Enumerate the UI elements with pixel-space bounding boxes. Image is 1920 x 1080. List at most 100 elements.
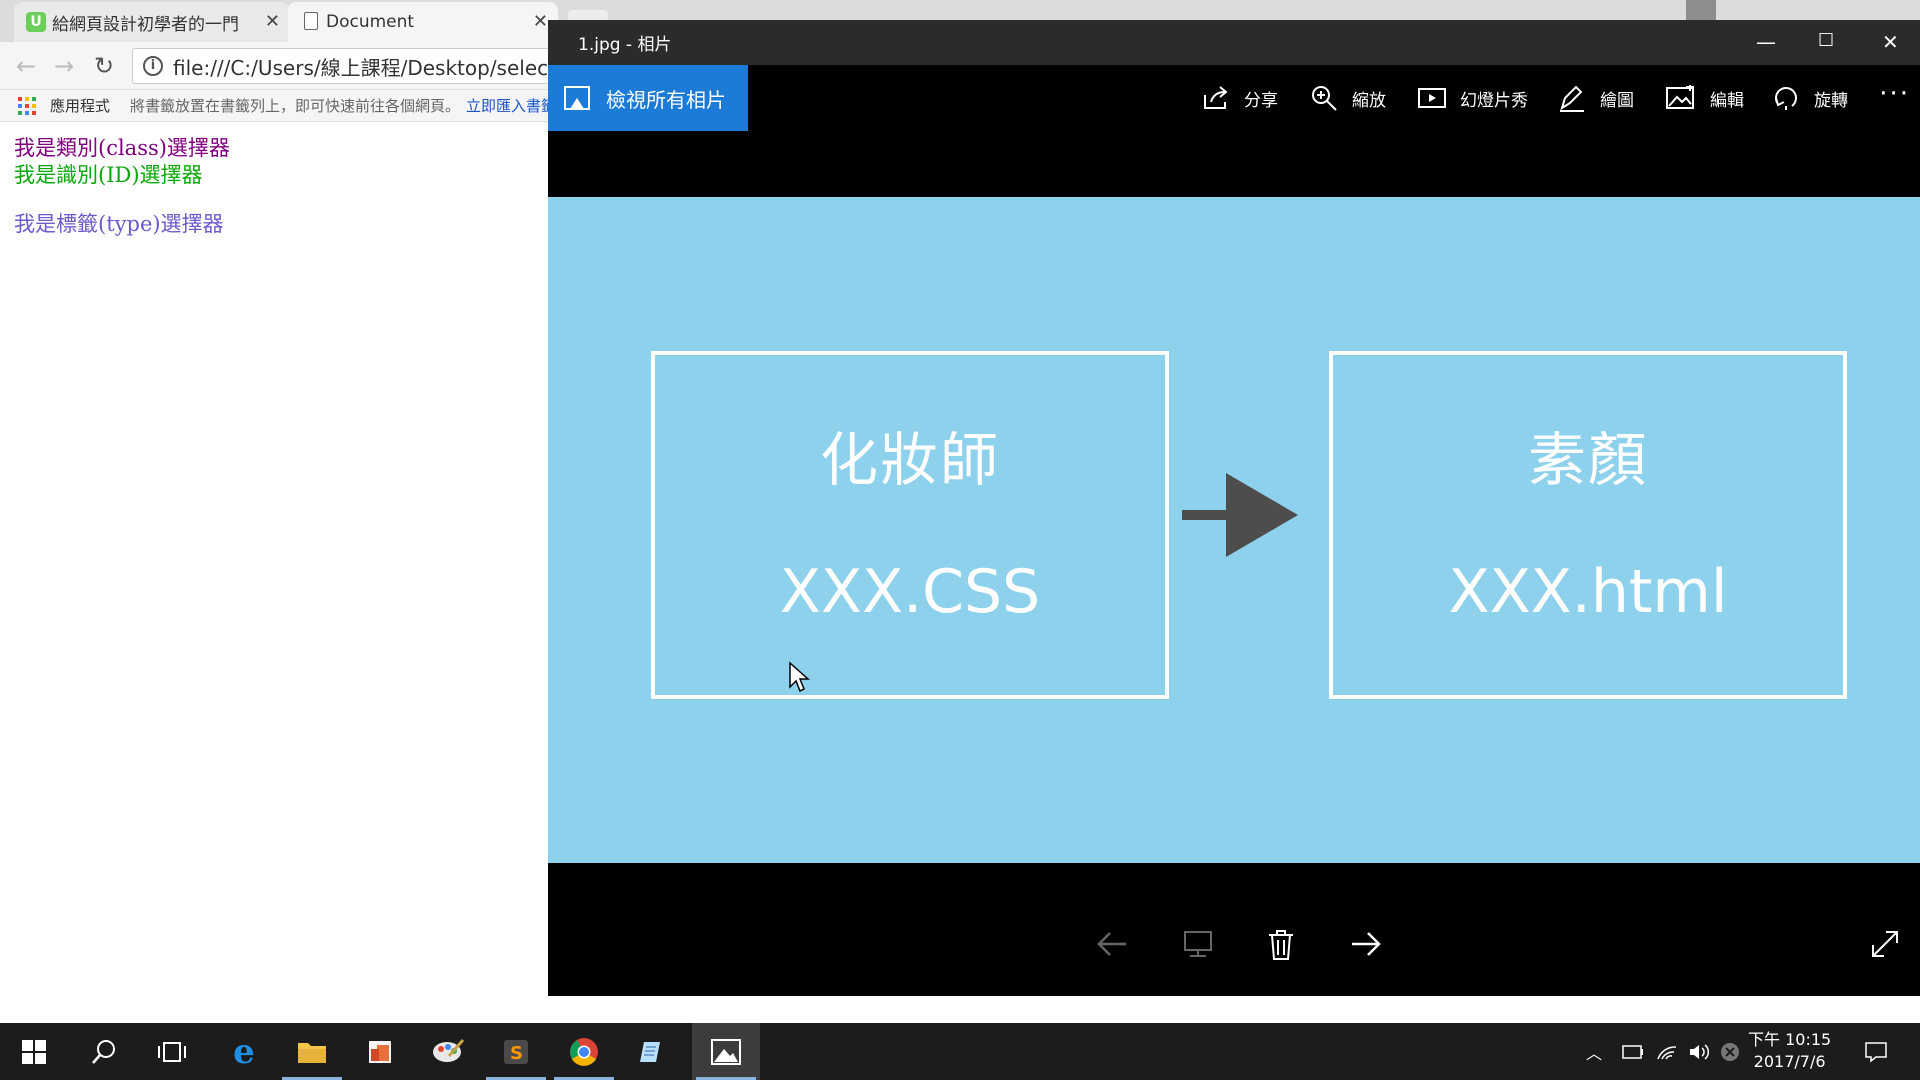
status-indicator[interactable] — [1720, 1023, 1740, 1080]
start-button[interactable] — [0, 1023, 68, 1080]
zoom-label: 縮放 — [1352, 90, 1386, 111]
rotate-label: 旋轉 — [1814, 90, 1848, 111]
delete-trash-icon[interactable] — [1266, 929, 1296, 961]
css-box: 化妝師 XXX.CSS — [651, 351, 1169, 699]
zoom-icon — [1312, 86, 1337, 111]
volume-icon — [1690, 1043, 1710, 1060]
action-center-button[interactable] — [1864, 1023, 1888, 1080]
edge-browser-button[interactable]: e — [210, 1023, 278, 1080]
folder-icon — [298, 1042, 326, 1063]
edit-label: 編輯 — [1710, 90, 1744, 111]
show-hidden-icons-button[interactable]: ︿ — [1586, 1023, 1602, 1080]
html-file-label: XXX.html — [1448, 557, 1728, 627]
makeup-artist-label: 化妝師 — [819, 426, 1000, 494]
battery-icon — [1622, 1044, 1643, 1059]
apps-grid-icon[interactable] — [18, 96, 36, 115]
apps-label[interactable]: 應用程式 — [50, 95, 110, 116]
view-all-label: 檢視所有相片 — [606, 87, 726, 112]
office-button[interactable] — [346, 1023, 414, 1080]
title-bar: 1.jpg - 相片 — ☐ ✕ — [548, 20, 1920, 65]
view-all-photos-button[interactable]: 檢視所有相片 — [548, 65, 748, 131]
search-icon — [92, 1039, 115, 1064]
windows-logo-icon — [22, 1039, 46, 1064]
share-button[interactable]: 分享 — [1202, 65, 1278, 131]
tab-title: 給網頁設計初學者的一門 — [52, 14, 239, 35]
share-icon — [1204, 86, 1228, 109]
back-arrow-icon[interactable]: ← — [16, 52, 36, 80]
sublime-text-button[interactable]: S — [482, 1023, 550, 1080]
windows-taskbar: e S ︿ 下午 10:15 2017/7/6 — [0, 1023, 1920, 1080]
paint-app-button[interactable] — [414, 1023, 482, 1080]
close-icon[interactable]: ✕ — [1882, 30, 1899, 54]
task-view-button[interactable] — [138, 1023, 206, 1080]
profile-icon[interactable] — [1686, 0, 1716, 20]
slideshow-icon — [1418, 88, 1446, 108]
more-options-icon[interactable]: ··· — [1879, 79, 1910, 109]
chevron-up-icon: ︿ — [1586, 1043, 1603, 1063]
id-selector-text: 我是識別(ID)選擇器 — [14, 163, 203, 187]
reload-icon[interactable]: ↻ — [94, 52, 114, 80]
clock-date: 2017/7/6 — [1753, 1052, 1826, 1071]
draw-label: 繪圖 — [1600, 90, 1634, 111]
minimize-icon[interactable]: — — [1756, 30, 1776, 54]
close-tab-icon[interactable]: ✕ — [265, 11, 280, 32]
forward-arrow-icon[interactable]: → — [54, 52, 74, 80]
notification-icon — [1865, 1041, 1887, 1063]
tab-title: Document — [326, 12, 415, 32]
zoom-button[interactable]: 縮放 — [1310, 65, 1386, 131]
clock-time: 下午 10:15 — [1748, 1030, 1832, 1049]
edit-image-icon — [1666, 85, 1694, 109]
maximize-icon[interactable]: ☐ — [1818, 30, 1834, 51]
draw-button[interactable]: 繪圖 — [1558, 65, 1634, 131]
photo-icon — [564, 86, 590, 110]
notepad-button[interactable] — [618, 1023, 686, 1080]
pen-icon — [1560, 85, 1584, 112]
address-text: file:///C:/Users/線上課程/Desktop/selector — [173, 55, 577, 80]
rotate-button[interactable]: 旋轉 — [1772, 65, 1848, 131]
slideshow-button[interactable]: 幻燈片秀 — [1418, 65, 1528, 131]
css-file-label: XXX.CSS — [779, 557, 1041, 627]
close-circle-icon — [1721, 1042, 1739, 1061]
slideshow-label: 幻燈片秀 — [1460, 90, 1528, 111]
tab-document[interactable]: Document ✕ — [288, 2, 558, 42]
photos-window: 1.jpg - 相片 — ☐ ✕ 檢視所有相片 分享 縮放 幻燈片秀 繪圖 編輯… — [548, 20, 1920, 996]
photo-image: 化妝師 XXX.CSS 素顏 XXX.html — [548, 197, 1920, 863]
page-favicon-icon — [304, 12, 318, 30]
volume-control[interactable] — [1688, 1023, 1710, 1080]
edit-button[interactable]: 編輯 — [1666, 65, 1744, 131]
battery-status[interactable] — [1622, 1023, 1644, 1080]
file-explorer-button[interactable] — [278, 1023, 346, 1080]
photo-stage: 化妝師 XXX.CSS 素顏 XXX.html — [548, 131, 1920, 893]
photos-app-button[interactable] — [692, 1023, 760, 1080]
chrome-button[interactable] — [550, 1023, 618, 1080]
bare-face-label: 素顏 — [1527, 426, 1648, 494]
command-bar: 檢視所有相片 分享 縮放 幻燈片秀 繪圖 編輯 旋轉 ··· — [548, 65, 1920, 131]
photos-icon — [711, 1038, 741, 1065]
udemy-favicon-icon: U — [26, 12, 46, 32]
share-label: 分享 — [1244, 90, 1278, 111]
page-content: 我是類別(class)選擇器 我是識別(ID)選擇器 我是標籤(type)選擇器 — [14, 135, 230, 238]
svg-text:S: S — [510, 1043, 523, 1064]
mouse-cursor-icon — [789, 661, 810, 693]
tab-course[interactable]: U 給網頁設計初學者的一門 ✕ — [14, 2, 290, 42]
close-tab-icon[interactable]: ✕ — [533, 11, 548, 32]
html-box: 素顏 XXX.html — [1329, 351, 1847, 699]
type-selector-text: 我是標籤(type)選擇器 — [14, 212, 224, 236]
wifi-icon — [1657, 1045, 1677, 1059]
next-arrow-icon[interactable] — [1350, 929, 1382, 959]
office-icon — [369, 1040, 391, 1063]
fullscreen-expand-icon[interactable] — [1870, 929, 1900, 959]
chrome-icon — [570, 1037, 598, 1066]
sublime-text-icon: S — [504, 1039, 528, 1064]
search-button[interactable] — [70, 1023, 138, 1080]
system-clock[interactable]: 下午 10:15 2017/7/6 — [1748, 1029, 1831, 1073]
class-selector-text: 我是類別(class)選擇器 — [14, 136, 230, 160]
task-view-icon — [158, 1041, 186, 1062]
previous-arrow-icon[interactable] — [1096, 929, 1128, 959]
add-to-album-icon[interactable] — [1182, 929, 1214, 959]
network-status[interactable] — [1656, 1023, 1678, 1080]
info-icon[interactable]: i — [143, 56, 163, 76]
edge-icon: e — [233, 1031, 255, 1072]
bookmarks-hint: 將書籤放置在書籤列上，即可快速前往各個網頁。 — [130, 97, 461, 115]
navigation-bar — [548, 893, 1920, 996]
